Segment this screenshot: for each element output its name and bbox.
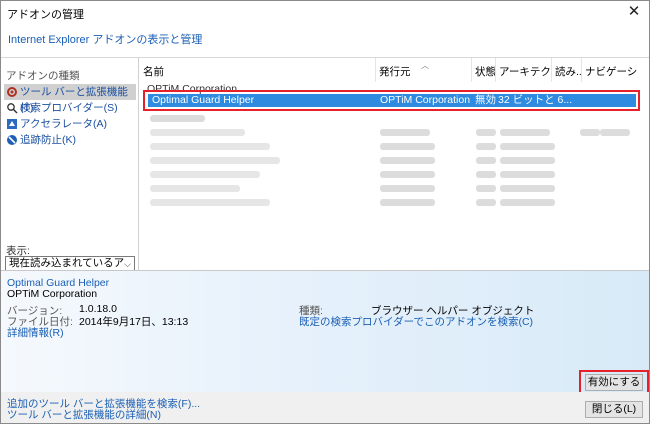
close-icon[interactable]: ✕	[623, 2, 645, 22]
show-dropdown[interactable]: 現在読み込まれているアドオン ⌵	[5, 256, 135, 282]
footer: 追加のツール バーと拡張機能を検索(F)... ツール バーと拡張機能の詳細(N…	[1, 392, 649, 423]
blurred-row-3	[150, 143, 270, 150]
sidebar-item-search-providers[interactable]: 検索プロバイダー(S)	[4, 100, 136, 116]
blurred-cell	[476, 199, 496, 206]
highlight-box-selected-row	[143, 90, 640, 111]
blurred-row-2	[150, 129, 245, 136]
more-info-link[interactable]: 詳細情報(R)	[7, 325, 64, 340]
window-title: アドオンの管理	[7, 9, 84, 21]
addon-manager-window: アドオンの管理 ✕ Internet Explorer アドオンの表示と管理 ア…	[0, 0, 650, 424]
block-icon	[7, 135, 17, 145]
blurred-cell	[380, 185, 435, 192]
details-publisher: OPTiM Corporation	[7, 288, 98, 300]
sidebar-item-accelerators[interactable]: アクセラレータ(A)	[4, 116, 136, 132]
blurred-cell	[500, 143, 555, 150]
blurred-cell	[380, 129, 430, 136]
blurred-cell	[476, 185, 496, 192]
blurred-cell	[476, 171, 496, 178]
blurred-row-4	[150, 157, 280, 164]
column-header-architecture[interactable]: アーキテクチャ	[496, 58, 552, 82]
close-button[interactable]: 閉じる(L)	[585, 401, 643, 418]
addon-types-label: アドオンの種類	[6, 70, 80, 82]
highlight-box-enable-button	[579, 370, 649, 394]
blurred-cell	[500, 157, 555, 164]
blurred-cell	[380, 199, 435, 206]
blurred-cell	[476, 157, 496, 164]
blurred-cell	[500, 129, 550, 136]
column-header-load-time[interactable]: 読み...	[552, 58, 582, 82]
learn-more-toolbars-link[interactable]: ツール バーと拡張機能の詳細(N)	[7, 407, 161, 422]
blurred-row-6	[150, 185, 240, 192]
column-header-name[interactable]: 名前	[140, 58, 376, 82]
blurred-row-1	[150, 115, 205, 122]
sidebar-item-toolbars[interactable]: ツール バーと拡張機能(T)	[4, 84, 136, 114]
blurred-cell	[380, 171, 435, 178]
column-header-status[interactable]: 状態	[472, 58, 496, 82]
sidebar-item-label: アクセラレータ(A)	[20, 118, 107, 130]
blurred-cell	[600, 129, 630, 136]
sort-ascending-icon: ︿	[421, 61, 429, 70]
blurred-row-5	[150, 171, 260, 178]
header-description: Internet Explorer アドオンの表示と管理	[8, 34, 203, 46]
search-this-addon-link[interactable]: 既定の検索プロバイダーでこのアドオンを検索(C)	[299, 314, 533, 329]
addon-types-pane: アドオンの種類 ツール バーと拡張機能(T) 検索プロバイダー(S) アクセラレ…	[1, 58, 139, 282]
title-bar: アドオンの管理 ✕	[1, 1, 649, 23]
addon-list: 名前 発行元 ︿ 状態 アーキテクチャ 読み... ナビゲーショ... OPTi…	[140, 58, 649, 270]
blurred-cell	[500, 171, 555, 178]
search-icon	[7, 103, 18, 114]
sidebar-item-label: 追跡防止(K)	[20, 134, 76, 146]
blurred-cell	[380, 143, 435, 150]
blurred-row-7	[150, 199, 270, 206]
blurred-cell	[500, 199, 555, 206]
blurred-cell	[380, 157, 435, 164]
blurred-cell	[580, 129, 600, 136]
details-pane: Optimal Guard Helper OPTiM Corporation バ…	[1, 271, 649, 392]
details-date-value: 2014年9月17日、13:13	[79, 316, 189, 328]
blurred-cell	[476, 143, 496, 150]
sidebar-item-tracking-protection[interactable]: 追跡防止(K)	[4, 132, 136, 148]
gear-icon	[7, 87, 17, 97]
blurred-cell	[500, 185, 555, 192]
accelerator-icon	[7, 119, 17, 129]
sidebar-item-label: 検索プロバイダー(S)	[20, 102, 118, 114]
blurred-cell	[476, 129, 496, 136]
column-header-navigation[interactable]: ナビゲーショ...	[582, 58, 638, 82]
